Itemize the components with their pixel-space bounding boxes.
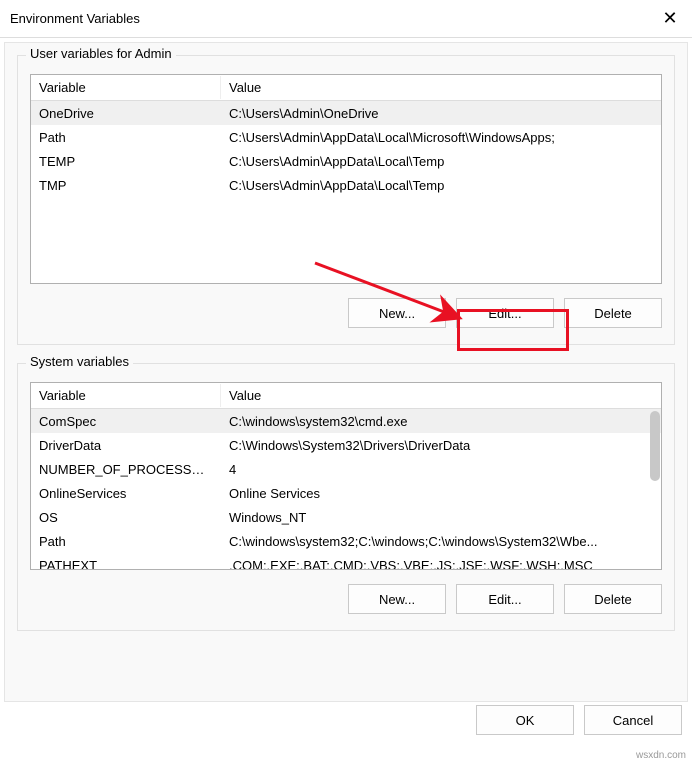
cancel-button[interactable]: Cancel (584, 705, 682, 735)
cell-value: Windows_NT (221, 507, 661, 528)
col-header-variable[interactable]: Variable (31, 384, 221, 407)
user-edit-button[interactable]: Edit... (456, 298, 554, 328)
cell-value: C:\Users\Admin\AppData\Local\Temp (221, 175, 661, 196)
system-variables-group: System variables Variable Value ComSpecC… (17, 363, 675, 631)
table-row[interactable]: NUMBER_OF_PROCESSORS4 (31, 457, 661, 481)
cell-value: C:\windows\system32\cmd.exe (221, 411, 661, 432)
cell-variable: Path (31, 127, 221, 148)
table-row[interactable]: TMPC:\Users\Admin\AppData\Local\Temp (31, 173, 661, 197)
table-row[interactable]: OneDriveC:\Users\Admin\OneDrive (31, 101, 661, 125)
sys-edit-button[interactable]: Edit... (456, 584, 554, 614)
sys-delete-button[interactable]: Delete (564, 584, 662, 614)
system-group-label: System variables (26, 354, 133, 369)
table-row[interactable]: ComSpecC:\windows\system32\cmd.exe (31, 409, 661, 433)
user-button-row: New... Edit... Delete (30, 298, 662, 328)
scrollbar-thumb[interactable] (650, 411, 660, 481)
cell-variable: TMP (31, 175, 221, 196)
user-table-header: Variable Value (31, 75, 661, 101)
table-row[interactable]: TEMPC:\Users\Admin\AppData\Local\Temp (31, 149, 661, 173)
cell-variable: OS (31, 507, 221, 528)
col-header-value[interactable]: Value (221, 76, 661, 99)
user-variables-group: User variables for Admin Variable Value … (17, 55, 675, 345)
cell-variable: TEMP (31, 151, 221, 172)
cell-variable: NUMBER_OF_PROCESSORS (31, 459, 221, 480)
table-row[interactable]: PathC:\Users\Admin\AppData\Local\Microso… (31, 125, 661, 149)
ok-button[interactable]: OK (476, 705, 574, 735)
sys-table-header: Variable Value (31, 383, 661, 409)
table-row[interactable]: OSWindows_NT (31, 505, 661, 529)
cell-value: C:\Users\Admin\AppData\Local\Microsoft\W… (221, 127, 661, 148)
col-header-value[interactable]: Value (221, 384, 661, 407)
table-row[interactable]: DriverDataC:\Windows\System32\Drivers\Dr… (31, 433, 661, 457)
cell-variable: Path (31, 531, 221, 552)
sys-button-row: New... Edit... Delete (30, 584, 662, 614)
table-row[interactable]: PathC:\windows\system32;C:\windows;C:\wi… (31, 529, 661, 553)
cell-value: C:\windows\system32;C:\windows;C:\window… (221, 531, 661, 552)
window-title: Environment Variables (10, 11, 140, 26)
cell-value: Online Services (221, 483, 661, 504)
cell-variable: DriverData (31, 435, 221, 456)
close-icon[interactable]: ✕ (656, 8, 684, 29)
table-row[interactable]: PATHEXT.COM;.EXE;.BAT;.CMD;.VBS;.VBE;.JS… (31, 553, 661, 570)
title-bar: Environment Variables ✕ (0, 0, 692, 38)
cell-value: C:\Users\Admin\OneDrive (221, 103, 661, 124)
dialog-content: User variables for Admin Variable Value … (4, 42, 688, 702)
col-header-variable[interactable]: Variable (31, 76, 221, 99)
user-delete-button[interactable]: Delete (564, 298, 662, 328)
table-row[interactable]: OnlineServicesOnline Services (31, 481, 661, 505)
cell-value: C:\Windows\System32\Drivers\DriverData (221, 435, 661, 456)
cell-variable: ComSpec (31, 411, 221, 432)
user-new-button[interactable]: New... (348, 298, 446, 328)
cell-value: 4 (221, 459, 661, 480)
cell-variable: PATHEXT (31, 555, 221, 571)
sys-new-button[interactable]: New... (348, 584, 446, 614)
system-variables-table[interactable]: Variable Value ComSpecC:\windows\system3… (30, 382, 662, 570)
watermark: wsxdn.com (636, 750, 686, 761)
user-group-label: User variables for Admin (26, 46, 176, 61)
cell-variable: OnlineServices (31, 483, 221, 504)
cell-variable: OneDrive (31, 103, 221, 124)
dialog-footer: OK Cancel (476, 705, 682, 735)
cell-value: .COM;.EXE;.BAT;.CMD;.VBS;.VBE;.JS;.JSE;.… (221, 555, 661, 571)
cell-value: C:\Users\Admin\AppData\Local\Temp (221, 151, 661, 172)
user-variables-table[interactable]: Variable Value OneDriveC:\Users\Admin\On… (30, 74, 662, 284)
